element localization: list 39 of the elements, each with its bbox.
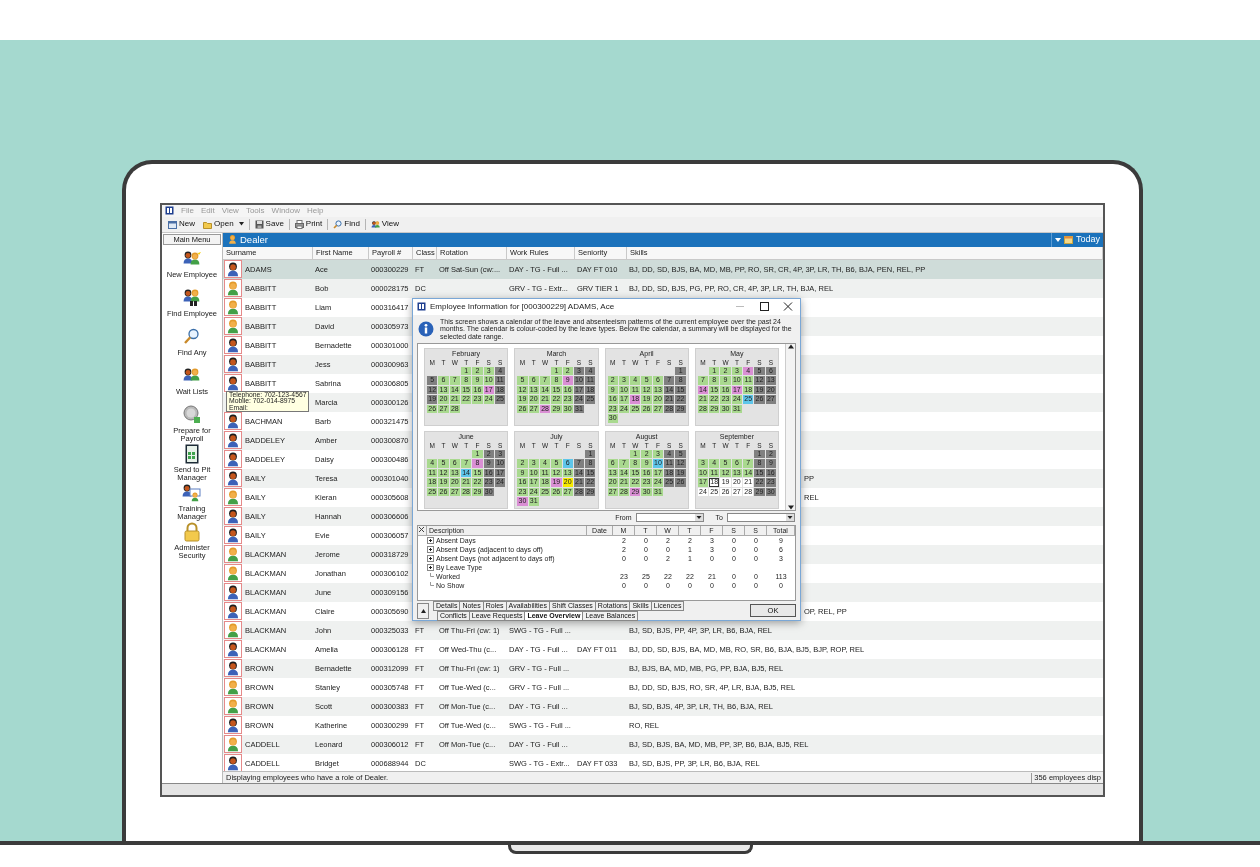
up-arrow-icon [420, 608, 426, 613]
expand-icon[interactable] [427, 554, 434, 562]
toolbar-button[interactable]: New [165, 219, 198, 230]
people-icon [370, 219, 380, 229]
info-icon [418, 320, 434, 337]
expand-icon[interactable] [427, 563, 434, 571]
tab-scroll-button[interactable] [417, 602, 429, 619]
search-icon [333, 219, 343, 229]
folder-icon [203, 219, 212, 229]
from-date-field[interactable] [635, 513, 704, 523]
expand-icon[interactable] [427, 536, 434, 544]
people-card-icon [181, 482, 203, 503]
caret-icon [786, 514, 794, 522]
scroll-up-icon[interactable] [787, 343, 794, 349]
app-logo-icon [417, 302, 426, 312]
calendar-icon [1063, 235, 1073, 245]
toolbar-button[interactable]: Save [251, 219, 287, 230]
coin-icon [181, 404, 203, 425]
dialog-title: Employee Information for [000300229] ADAMS, Ace [430, 301, 615, 312]
printer-icon [294, 219, 304, 229]
new-window-icon [168, 219, 177, 229]
toolbar-button[interactable]: Print [291, 219, 326, 230]
padlock-icon [181, 521, 203, 542]
caret-icon [694, 514, 703, 522]
save-icon [254, 219, 264, 229]
date-range-label[interactable]: Today [1075, 234, 1100, 246]
column-chooser-icon[interactable] [418, 525, 425, 533]
list-title: Dealer [240, 234, 268, 246]
toolbar-button[interactable]: View [367, 219, 403, 230]
scrollbar[interactable] [785, 343, 795, 510]
person-icon [228, 234, 237, 246]
close-icon [783, 302, 793, 312]
caret-icon [1054, 237, 1061, 242]
expand-icon[interactable] [427, 545, 434, 553]
toolbar-button[interactable]: Find [330, 219, 363, 230]
scroll-down-icon[interactable] [787, 504, 794, 510]
toolbar-button[interactable]: Open [200, 219, 247, 230]
to-date-field[interactable] [727, 513, 795, 523]
maximize-icon [759, 302, 769, 312]
